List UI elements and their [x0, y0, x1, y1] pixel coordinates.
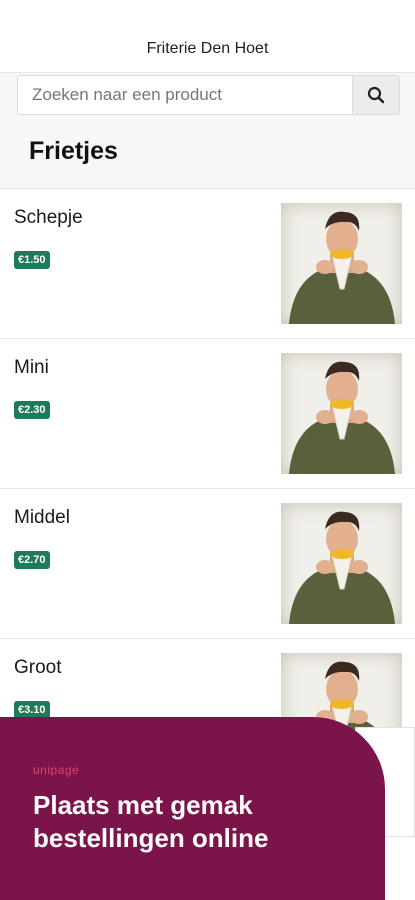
- product-item[interactable]: Mini €2.30: [0, 338, 415, 488]
- search-button[interactable]: [352, 76, 399, 114]
- product-name: Middel: [14, 507, 70, 528]
- product-name: Mini: [14, 357, 49, 378]
- promo-banner[interactable]: unipage Plaats met gemak bestellingen on…: [0, 717, 385, 900]
- price-badge: €2.70: [14, 551, 50, 569]
- product-image: [281, 503, 402, 624]
- product-item[interactable]: Middel €2.70: [0, 488, 415, 638]
- product-item[interactable]: Schepje €1.50: [0, 188, 415, 338]
- top-bar: Friterie Den Hoet: [0, 0, 415, 72]
- search-area: Frietjes: [0, 72, 415, 188]
- price-badge: €2.30: [14, 401, 50, 419]
- price-badge: €1.50: [14, 251, 50, 269]
- page-title: Friterie Den Hoet: [146, 40, 269, 57]
- search-box: [17, 75, 400, 115]
- product-name: Schepje: [14, 207, 83, 228]
- product-list: Schepje €1.50 Mini €2.30 Middel €2.70 Gr…: [0, 188, 415, 788]
- promo-headline: Plaats met gemak bestellingen online: [33, 790, 269, 853]
- unipage-logo: unipage: [33, 763, 80, 777]
- search-input[interactable]: [18, 76, 352, 114]
- category-title: Frietjes: [29, 137, 118, 165]
- product-name: Groot: [14, 657, 62, 678]
- search-icon: [367, 86, 385, 104]
- product-image: [281, 353, 402, 474]
- product-image: [281, 203, 402, 324]
